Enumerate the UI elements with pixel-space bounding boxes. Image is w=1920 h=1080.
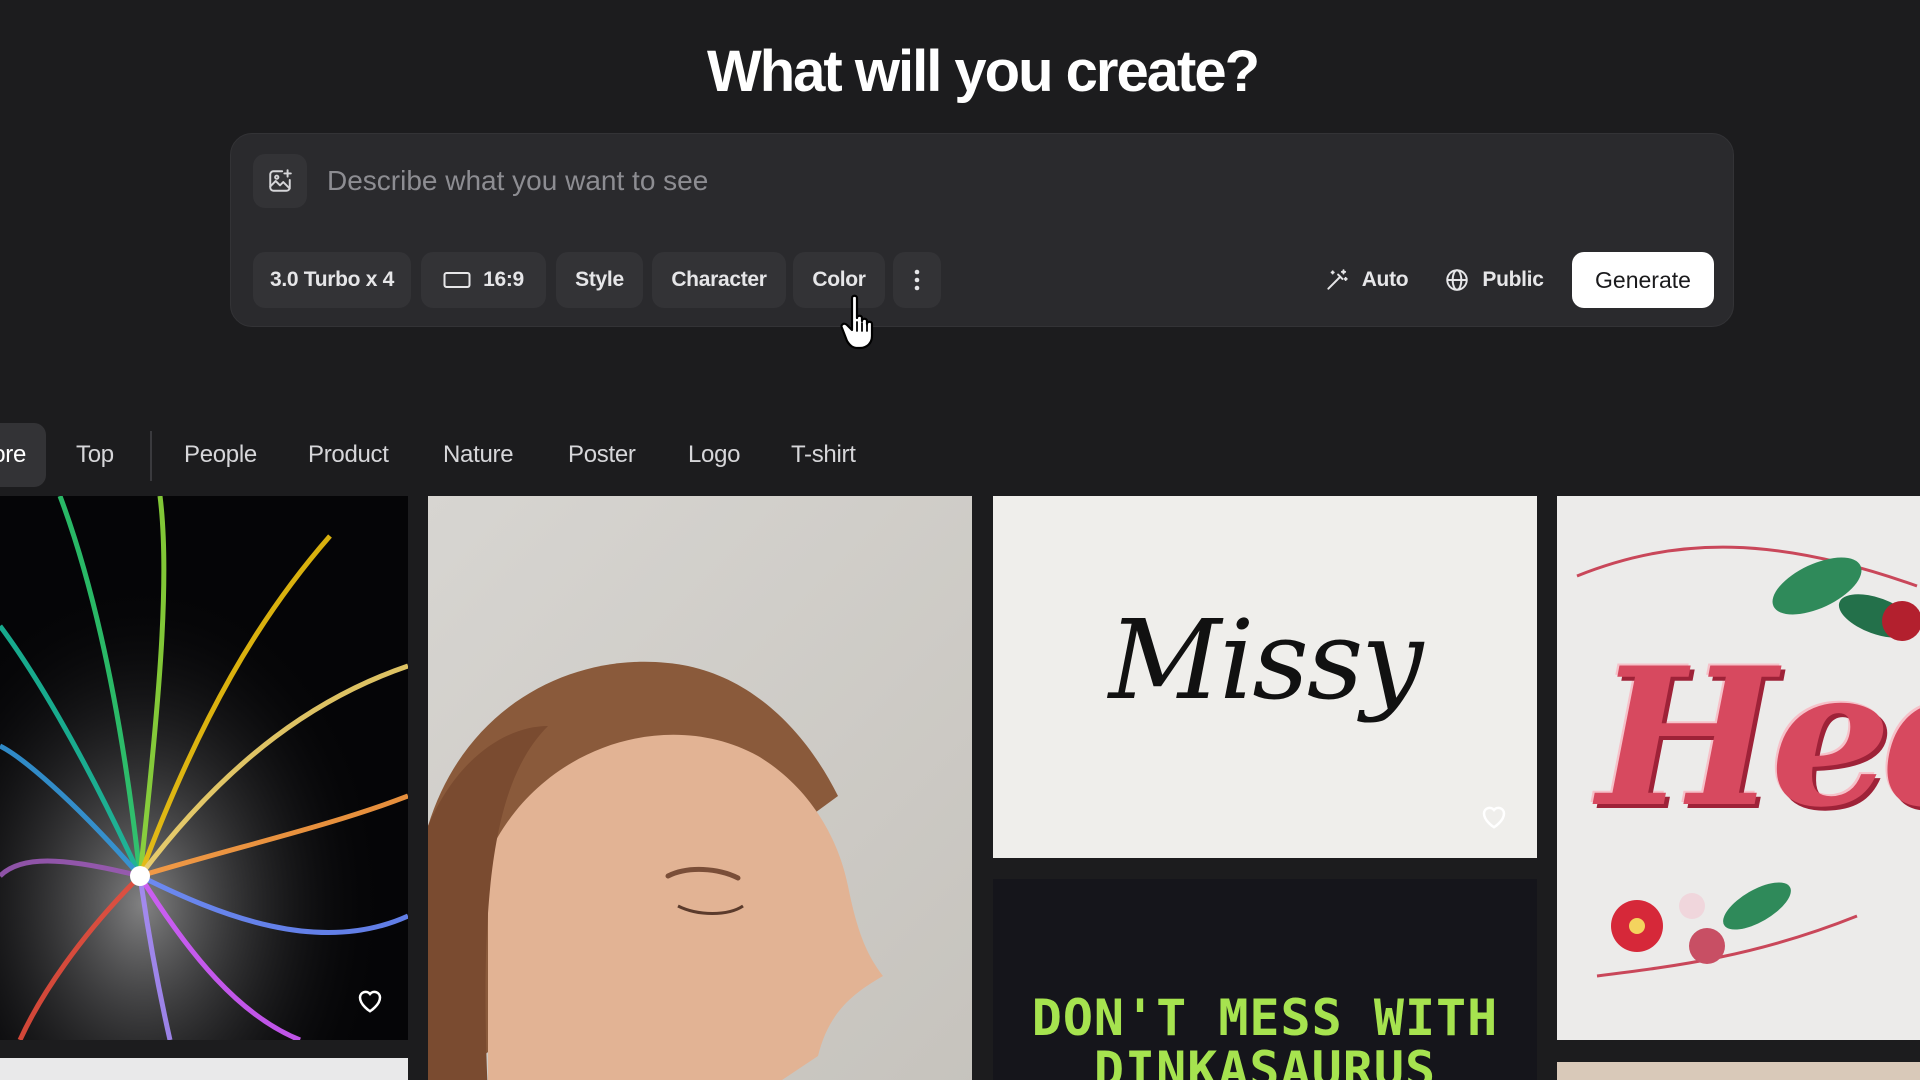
gallery-card-partial[interactable]: [1557, 1062, 1920, 1080]
poster-line2: DINKASAURUS: [1093, 1041, 1437, 1080]
tab-product[interactable]: Product: [308, 423, 389, 487]
hand-cursor-icon: [840, 294, 874, 350]
globe-icon: [1446, 269, 1469, 291]
gallery-card-poster[interactable]: DON'T MESS WITH DINKASAURUS: [993, 879, 1537, 1080]
model-selector-button[interactable]: 3.0 Turbo x 4: [253, 252, 411, 308]
category-tabs: ore Top People Product Nature Poster Log…: [0, 423, 1920, 487]
aspect-ratio-icon: [443, 272, 471, 288]
more-options-button[interactable]: [893, 252, 941, 308]
tab-tshirt[interactable]: T-shirt: [791, 423, 856, 487]
page-title: What will you create?: [707, 39, 1260, 104]
character-label: Character: [671, 268, 767, 291]
generate-button[interactable]: Generate: [1572, 252, 1714, 308]
aspect-ratio-label: 16:9: [483, 268, 524, 291]
tab-poster[interactable]: Poster: [568, 423, 636, 487]
heart-icon[interactable]: [1479, 802, 1509, 830]
visibility-button[interactable]: Public: [1431, 252, 1557, 308]
gallery-card-emboss[interactable]: Hed: [1557, 496, 1920, 1040]
logo-text: Missy: [1108, 596, 1424, 724]
magic-wand-icon: [1327, 269, 1348, 290]
heart-icon[interactable]: [355, 986, 385, 1014]
tab-nature[interactable]: Nature: [443, 423, 514, 487]
prompt-box: 3.0 Turbo x 4 16:9 Style Character Color…: [230, 133, 1734, 327]
tab-top[interactable]: Top: [76, 423, 114, 487]
more-vertical-icon: [914, 269, 920, 291]
portrait-image: [428, 661, 883, 1080]
color-label: Color: [812, 268, 866, 291]
model-label: 3.0 Turbo x 4: [269, 268, 395, 291]
gallery-card-portrait[interactable]: [428, 496, 972, 1080]
magic-prompt-button[interactable]: Auto: [1311, 252, 1421, 308]
gallery-card-light-rays[interactable]: [0, 496, 408, 1040]
style-button[interactable]: Style: [556, 252, 643, 308]
image-upload-icon: [269, 169, 292, 192]
prompt-input[interactable]: [327, 156, 1707, 206]
style-label: Style: [575, 268, 624, 291]
light-rays-image: [0, 496, 408, 1040]
tab-people[interactable]: People: [184, 423, 257, 487]
tab-divider: [150, 431, 152, 481]
character-button[interactable]: Character: [652, 252, 786, 308]
aspect-ratio-button[interactable]: 16:9: [421, 252, 546, 308]
visibility-label: Public: [1482, 268, 1544, 291]
poster-line1: DON'T MESS WITH: [1031, 989, 1499, 1047]
magic-prompt-label: Auto: [1361, 268, 1409, 291]
gallery-card-logo[interactable]: Missy: [993, 496, 1537, 858]
tab-logo[interactable]: Logo: [688, 423, 741, 487]
emboss-text: Hed: [1597, 626, 1920, 849]
image-upload-button[interactable]: [253, 154, 307, 208]
gallery-card-partial[interactable]: [0, 1058, 408, 1080]
tab-explore[interactable]: ore: [0, 423, 46, 487]
